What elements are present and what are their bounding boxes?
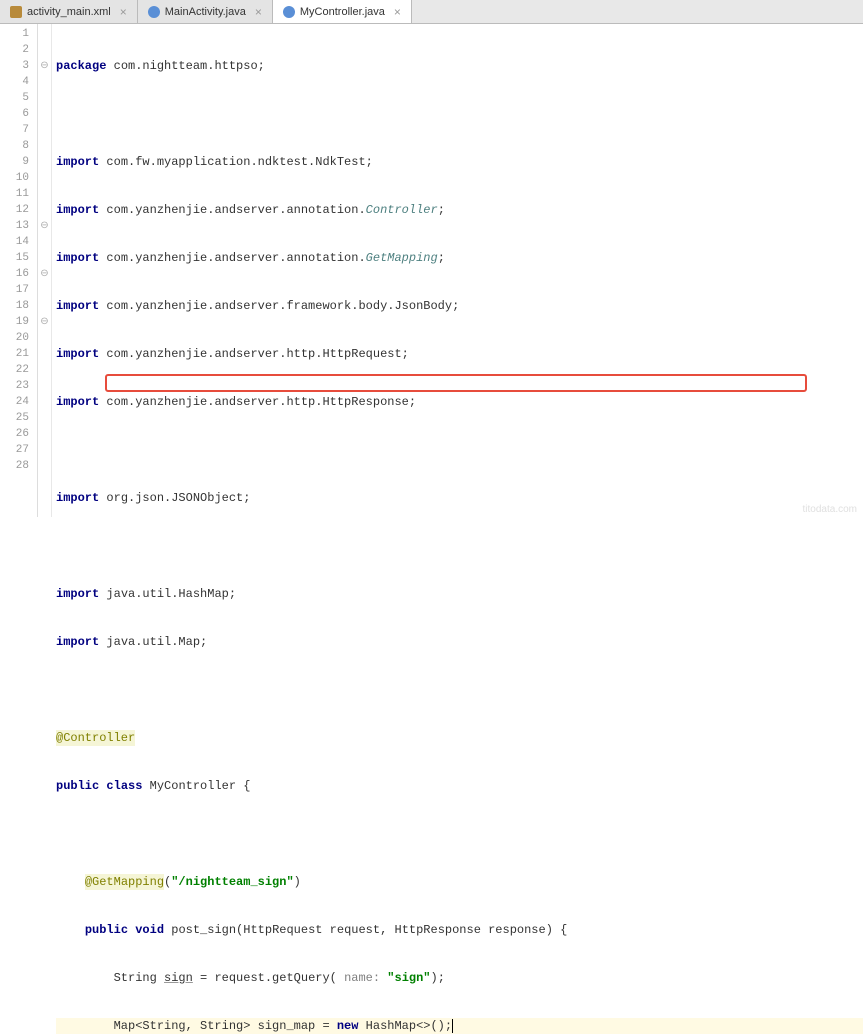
- code-area[interactable]: package com.nightteam.httpso; import com…: [52, 24, 863, 517]
- line-num: 11: [0, 186, 29, 202]
- line-num: 19: [0, 314, 29, 330]
- line-num: 25: [0, 410, 29, 426]
- line-num: 23: [0, 378, 29, 394]
- java-icon: [283, 6, 295, 18]
- line-num: 13: [0, 218, 29, 234]
- tab-label: MainActivity.java: [165, 6, 246, 18]
- close-icon[interactable]: ×: [394, 5, 401, 19]
- line-num: 24: [0, 394, 29, 410]
- line-num: 20: [0, 330, 29, 346]
- line-num: 15: [0, 250, 29, 266]
- line-num: 26: [0, 426, 29, 442]
- annotation-box: [105, 374, 807, 392]
- xml-icon: [10, 6, 22, 18]
- line-num: 28: [0, 458, 29, 474]
- close-icon[interactable]: ×: [255, 5, 262, 19]
- line-num: 2: [0, 42, 29, 58]
- line-num: 4: [0, 74, 29, 90]
- java-icon: [148, 6, 160, 18]
- line-num: 18: [0, 298, 29, 314]
- close-icon[interactable]: ×: [120, 5, 127, 19]
- fold-icon[interactable]: ⊖: [38, 266, 51, 282]
- tab-main-activity[interactable]: MainActivity.java ×: [138, 0, 273, 23]
- watermark: titodata.com: [803, 504, 857, 515]
- fold-icon[interactable]: ⊖: [38, 58, 51, 74]
- tab-label: MyController.java: [300, 6, 385, 18]
- line-num: 22: [0, 362, 29, 378]
- fold-icon[interactable]: ⊖: [38, 314, 51, 330]
- line-num: 9: [0, 154, 29, 170]
- line-num: 7: [0, 122, 29, 138]
- fold-column: ⊖ ⊖ ⊖ ⊖: [38, 24, 52, 517]
- tab-label: activity_main.xml: [27, 6, 111, 18]
- line-num: 1: [0, 26, 29, 42]
- tab-my-controller[interactable]: MyController.java ×: [273, 0, 412, 23]
- editor-tabs: activity_main.xml × MainActivity.java × …: [0, 0, 863, 24]
- line-num: 3: [0, 58, 29, 74]
- code-editor[interactable]: 1 2 3 4 5 6 7 8 9 10 11 12 13 14 15 16 1…: [0, 24, 863, 517]
- line-num: 10: [0, 170, 29, 186]
- line-num: 5: [0, 90, 29, 106]
- line-num: 16: [0, 266, 29, 282]
- line-gutter: 1 2 3 4 5 6 7 8 9 10 11 12 13 14 15 16 1…: [0, 24, 38, 517]
- line-num: 21: [0, 346, 29, 362]
- line-num: 14: [0, 234, 29, 250]
- line-num: 8: [0, 138, 29, 154]
- fold-icon[interactable]: ⊖: [38, 218, 51, 234]
- tab-activity-main[interactable]: activity_main.xml ×: [0, 0, 138, 23]
- line-num: 17: [0, 282, 29, 298]
- line-num: 6: [0, 106, 29, 122]
- current-line: Map<String, String> sign_map = new HashM…: [56, 1018, 863, 1034]
- line-num: 12: [0, 202, 29, 218]
- line-num: 27: [0, 442, 29, 458]
